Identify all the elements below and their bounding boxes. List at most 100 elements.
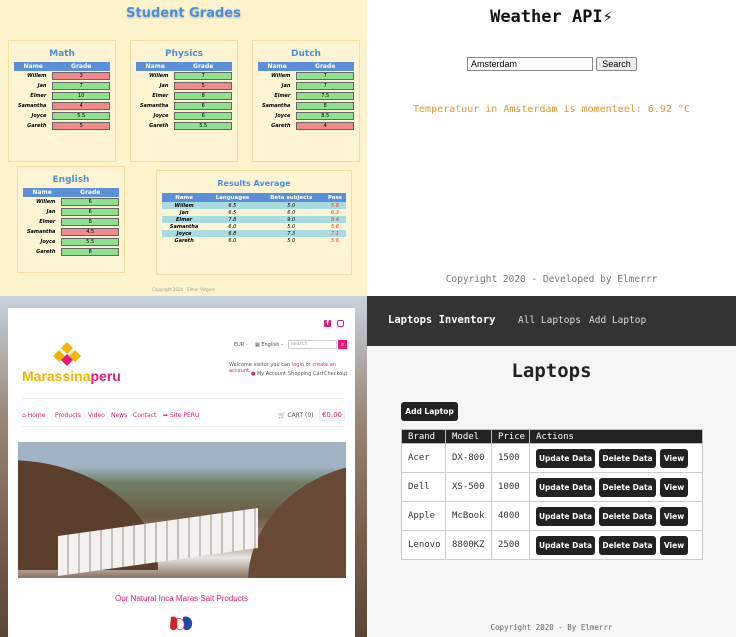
- add-laptop-button[interactable]: Add Laptop: [401, 402, 458, 421]
- laptops-table: Brand Model Price Actions Acer DX-800 1500…: [401, 429, 703, 560]
- shop-logo[interactable]: Marassinaperu: [22, 368, 121, 384]
- table-row: Gareth 5: [14, 121, 110, 131]
- divider: [22, 426, 343, 427]
- cart-link[interactable]: 🛒 CART (0): [278, 412, 314, 419]
- nav-site-peru[interactable]: ➦ Site PERU: [163, 412, 199, 419]
- grade-cell: 7: [296, 82, 354, 90]
- search-button[interactable]: Search: [596, 57, 637, 71]
- pass-avg: 7.1: [323, 230, 346, 237]
- update-data-button[interactable]: Update Data: [536, 506, 595, 526]
- navbar-brand[interactable]: Laptops Inventory: [388, 314, 495, 326]
- laptop-price: 4000: [491, 501, 530, 531]
- city-input[interactable]: Amsterdam: [467, 57, 593, 71]
- delete-data-button[interactable]: Delete Data: [599, 506, 656, 526]
- table-row: Willem 3: [14, 71, 110, 81]
- nav-add-laptop[interactable]: Add Laptop: [589, 315, 646, 326]
- actions-cell: Update Data Delete Data View: [529, 472, 703, 502]
- table-row: Jan 7: [258, 81, 354, 91]
- nav-home[interactable]: ⌂ Home: [22, 412, 45, 419]
- table-row: Elmer 7.5: [258, 91, 354, 101]
- column-header: Name: [14, 62, 53, 71]
- delete-data-button[interactable]: Delete Data: [599, 477, 656, 497]
- nav-contact[interactable]: Contact: [133, 412, 156, 419]
- view-button[interactable]: View: [660, 506, 688, 526]
- table-row: Jan 7: [14, 81, 110, 91]
- student-name: Jan: [46, 209, 56, 215]
- student-name: Elmer: [39, 219, 56, 225]
- language-select[interactable]: ▦ English -: [255, 342, 283, 348]
- login-link[interactable]: login: [292, 362, 304, 368]
- grade-cell: 4: [52, 102, 110, 110]
- my-account-link[interactable]: ● My Account: [251, 371, 286, 377]
- grade-cell: 8: [174, 92, 232, 100]
- student-name: Jan: [281, 83, 291, 89]
- view-button[interactable]: View: [660, 448, 688, 468]
- table-row: Elmer 10: [14, 91, 110, 101]
- table-row: Willem 7: [136, 71, 232, 81]
- laptop-brand: Dell: [401, 472, 446, 502]
- languages-avg: 6.8: [206, 230, 259, 237]
- grade-cell: 7: [296, 72, 354, 80]
- view-button[interactable]: View: [660, 535, 688, 555]
- weather-footer: Copyright 2020 - Developed by Elmerrr: [445, 274, 658, 285]
- maras-salt-photo: [18, 442, 346, 578]
- subject-card-physics: Physics Name Grade Willem 7 Jan 5 Elmer 8 Samanth…: [130, 40, 238, 162]
- instagram-icon[interactable]: [337, 320, 344, 327]
- view-button[interactable]: View: [660, 477, 688, 497]
- search-icon[interactable]: ⌕: [338, 340, 347, 349]
- currency-select[interactable]: EUR -: [234, 342, 248, 348]
- facebook-icon[interactable]: f: [324, 320, 331, 327]
- products-caption[interactable]: Our Natural Inca Maras Salt Products: [8, 594, 355, 603]
- column-header: Languages: [206, 193, 259, 202]
- shop-search-input[interactable]: search: [288, 340, 337, 349]
- nav-news[interactable]: News: [111, 412, 127, 419]
- student-name: Gareth: [174, 237, 194, 244]
- subject-title: Physics: [164, 49, 203, 59]
- table-row: Acer DX-800 1500 Update Data Delete Data View: [401, 443, 703, 473]
- grades-table: Name Grade Willem 3 Jan 7 Elmer 10 Samantha 4 Joyc…: [14, 62, 110, 131]
- update-data-button[interactable]: Update Data: [536, 535, 595, 555]
- student-name: Samantha: [17, 103, 47, 109]
- subject-card-dutch: Dutch Name Grade Willem 7 Jan 7 Elmer 7.5 Samanth…: [252, 40, 360, 162]
- results-average-table: Name Languages Beta subjects Pass Willem 6.5…: [162, 193, 346, 244]
- update-data-button[interactable]: Update Data: [536, 448, 595, 468]
- column-header: Beta subjects: [258, 193, 324, 202]
- checkout-link[interactable]: Checkout: [324, 371, 347, 377]
- nav-video[interactable]: Video: [88, 412, 105, 419]
- student-name: Gareth: [271, 123, 291, 129]
- update-data-button[interactable]: Update Data: [536, 477, 595, 497]
- actions-cell: Update Data Delete Data View: [529, 501, 703, 531]
- shopping-cart-link[interactable]: Shopping Cart: [288, 371, 324, 377]
- grades-title: Student Grades: [126, 6, 241, 21]
- grades-table: Name Grade Willem 6 Jan 6 Elmer 8 Samantha 4.5 Joy…: [23, 188, 119, 257]
- delete-data-button[interactable]: Delete Data: [599, 535, 656, 555]
- delete-data-button[interactable]: Delete Data: [599, 448, 656, 468]
- grade-cell: 5.5: [61, 238, 119, 246]
- table-row: Lenovo 8800KZ 2500 Update Data Delete Data Vi…: [401, 530, 703, 560]
- student-name: Joyce: [40, 239, 56, 245]
- laptops-footer: Copyright 2020 - By Elmerrr: [490, 623, 613, 632]
- grade-cell: 4: [296, 122, 354, 130]
- column-header: Grade: [61, 188, 119, 197]
- column-header: Actions: [529, 429, 703, 444]
- table-row: Joyce 6.8 7.3 7.1: [162, 230, 346, 237]
- table-row: Jan 6: [23, 207, 119, 217]
- column-header: Name: [23, 188, 62, 197]
- weather-title: Weather API⚡: [490, 7, 613, 27]
- nav-products[interactable]: Products: [55, 412, 81, 419]
- table-row: Samantha 4: [14, 101, 110, 111]
- grade-cell: 6: [174, 102, 232, 110]
- shop-page: f Marassinaperu EUR - ▦ English - search…: [8, 308, 355, 637]
- nav-all-laptops[interactable]: All Laptops: [518, 315, 581, 326]
- beta-avg: 5.0: [287, 223, 296, 230]
- student-name: Joyce: [162, 230, 207, 237]
- grade-cell: 5: [52, 122, 110, 130]
- user-icon: ●: [251, 371, 256, 377]
- student-name: Gareth: [149, 123, 169, 129]
- divider: [22, 398, 343, 399]
- grade-cell: 8: [61, 218, 119, 226]
- languages-avg: 7.8: [206, 216, 259, 223]
- table-row: Elmer 8: [23, 217, 119, 227]
- laptop-price: 1000: [491, 472, 530, 502]
- laptop-model: 8800KZ: [445, 530, 492, 560]
